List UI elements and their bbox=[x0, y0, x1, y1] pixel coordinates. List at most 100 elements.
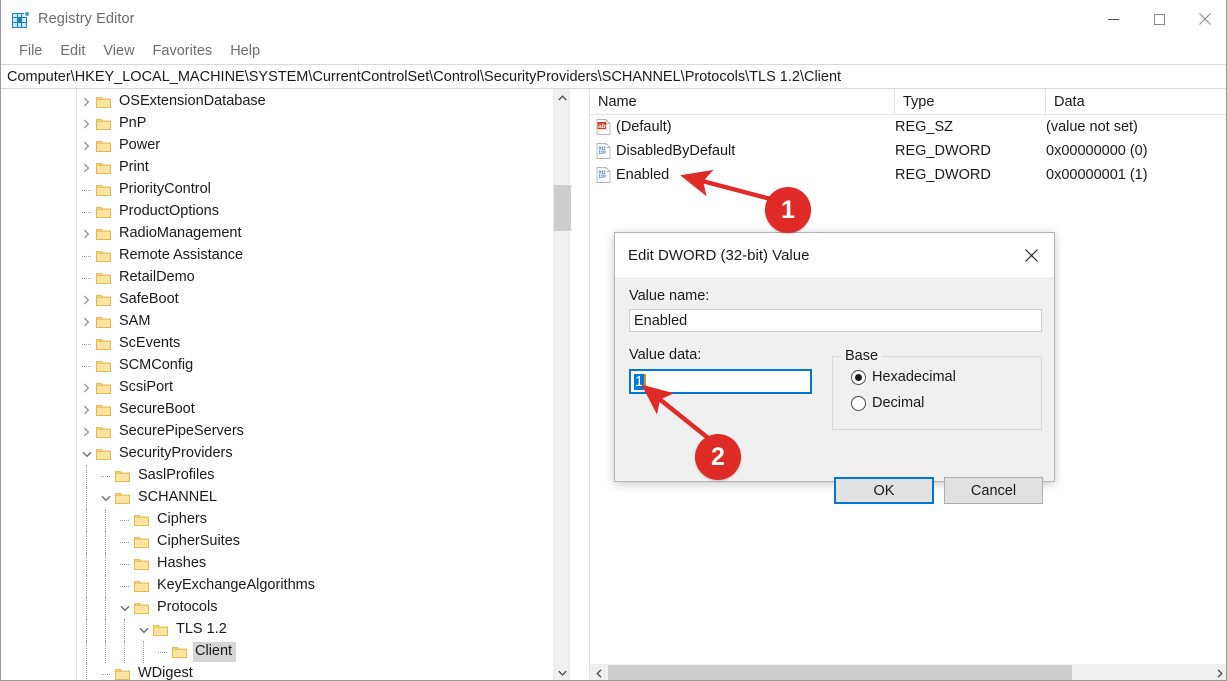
values-horizontal-scrollbar[interactable] bbox=[590, 664, 1226, 680]
menu-item-edit[interactable]: Edit bbox=[51, 41, 94, 62]
tree-item[interactable]: SaslProfiles bbox=[78, 465, 568, 487]
tree-item[interactable]: Power bbox=[78, 135, 568, 157]
tree-item[interactable]: SafeBoot bbox=[78, 289, 568, 311]
tree-item[interactable]: ScsiPort bbox=[78, 377, 568, 399]
tree-item[interactable]: Hashes bbox=[78, 553, 568, 575]
tree-item[interactable]: SecureBoot bbox=[78, 399, 568, 421]
chevron-down-icon[interactable] bbox=[97, 487, 114, 509]
tree-item[interactable]: RetailDemo bbox=[78, 267, 568, 289]
base-option-hexadecimal[interactable]: Hexadecimal bbox=[851, 369, 956, 385]
chevron-right-icon[interactable] bbox=[78, 289, 95, 311]
column-header-data[interactable]: Data bbox=[1046, 89, 1226, 114]
dialog-close-icon[interactable] bbox=[1009, 233, 1054, 277]
tree-item[interactable]: ScEvents bbox=[78, 333, 568, 355]
ok-button[interactable]: OK bbox=[834, 477, 934, 504]
tree-line bbox=[78, 245, 95, 267]
tree-item[interactable]: KeyExchangeAlgorithms bbox=[78, 575, 568, 597]
column-header-name[interactable]: Name bbox=[590, 89, 895, 114]
value-name-cell: 011 110 Enabled bbox=[596, 163, 669, 187]
chevron-right-icon[interactable] bbox=[78, 223, 95, 245]
tree-item-label: Print bbox=[119, 159, 149, 175]
tree-indent bbox=[78, 553, 116, 575]
folder-icon bbox=[95, 223, 112, 245]
tree-item[interactable]: OSExtensionDatabase bbox=[78, 91, 568, 113]
column-header-type[interactable]: Type bbox=[895, 89, 1046, 114]
folder-icon bbox=[114, 465, 131, 487]
maximize-button[interactable] bbox=[1136, 0, 1182, 38]
tree-item[interactable]: Print bbox=[78, 157, 568, 179]
folder-icon bbox=[95, 377, 112, 399]
tree-item[interactable]: SAM bbox=[78, 311, 568, 333]
base-group-label: Base bbox=[841, 348, 883, 364]
scroll-up-icon[interactable] bbox=[554, 89, 571, 106]
cancel-button[interactable]: Cancel bbox=[944, 477, 1043, 504]
folder-icon bbox=[95, 157, 112, 179]
value-type-cell: REG_SZ bbox=[895, 119, 954, 135]
chevron-right-icon[interactable] bbox=[78, 157, 95, 179]
tree-item-label: RetailDemo bbox=[119, 269, 195, 285]
tree-item-label: PnP bbox=[119, 115, 147, 131]
tree-item[interactable]: SecurityProviders bbox=[78, 443, 568, 465]
menu-item-favorites[interactable]: Favorites bbox=[144, 41, 222, 62]
tree-item[interactable]: RadioManagement bbox=[78, 223, 568, 245]
tree-line bbox=[154, 641, 171, 663]
tree-item[interactable]: Protocols bbox=[78, 597, 568, 619]
window-controls bbox=[1090, 0, 1226, 38]
tree-item-label: Power bbox=[119, 137, 161, 153]
tree-item[interactable]: Remote Assistance bbox=[78, 245, 568, 267]
menu-item-view[interactable]: View bbox=[94, 41, 143, 62]
tree-line bbox=[116, 509, 133, 531]
tree-item[interactable]: TLS 1.2 bbox=[78, 619, 568, 641]
scroll-right-icon[interactable] bbox=[1211, 665, 1226, 680]
scroll-left-icon[interactable] bbox=[590, 665, 607, 680]
tree-indent bbox=[78, 465, 97, 487]
tree-item[interactable]: PnP bbox=[78, 113, 568, 135]
chevron-right-icon[interactable] bbox=[78, 421, 95, 443]
minimize-button[interactable] bbox=[1090, 0, 1136, 38]
menu-item-help[interactable]: Help bbox=[221, 41, 269, 62]
close-button[interactable] bbox=[1182, 0, 1226, 38]
chevron-right-icon[interactable] bbox=[78, 113, 95, 135]
tree-item[interactable]: ProductOptions bbox=[78, 201, 568, 223]
chevron-right-icon[interactable] bbox=[78, 377, 95, 399]
chevron-down-icon[interactable] bbox=[116, 597, 133, 619]
value-name-cell: ab (Default) bbox=[596, 115, 672, 139]
tree-item[interactable]: SecurePipeServers bbox=[78, 421, 568, 443]
tree-item[interactable]: SCHANNEL bbox=[78, 487, 568, 509]
tree-item[interactable]: CipherSuites bbox=[78, 531, 568, 553]
svg-text:ab: ab bbox=[598, 123, 606, 130]
svg-text:110: 110 bbox=[599, 149, 607, 154]
chevron-down-icon[interactable] bbox=[78, 443, 95, 465]
value-row[interactable]: 011 110 DisabledByDefault REG_DWORD 0x000000… bbox=[590, 139, 1226, 163]
tree-item-label: TLS 1.2 bbox=[176, 621, 227, 637]
tree-item-label: SecureBoot bbox=[119, 401, 195, 417]
address-bar[interactable]: Computer\HKEY_LOCAL_MACHINE\SYSTEM\Curre… bbox=[1, 64, 1226, 89]
tree-item[interactable]: Client bbox=[78, 641, 568, 663]
chevron-right-icon[interactable] bbox=[78, 399, 95, 421]
tree-item[interactable]: SCMConfig bbox=[78, 355, 568, 377]
folder-icon bbox=[95, 333, 112, 355]
tree-item-label: SecurityProviders bbox=[119, 445, 233, 461]
tree-item-label: SAM bbox=[119, 313, 151, 329]
base-option-decimal[interactable]: Decimal bbox=[851, 395, 924, 411]
chevron-down-icon[interactable] bbox=[135, 619, 152, 641]
tree-indent bbox=[78, 619, 135, 641]
folder-icon bbox=[133, 509, 150, 531]
window-title: Registry Editor bbox=[38, 11, 135, 27]
value-name-text: (Default) bbox=[616, 119, 672, 135]
folder-icon bbox=[95, 113, 112, 135]
chevron-right-icon[interactable] bbox=[78, 91, 95, 113]
tree-vertical-scrollbar[interactable] bbox=[553, 89, 571, 680]
tree-scrollbar-thumb[interactable] bbox=[554, 185, 571, 231]
value-row[interactable]: ab (Default) REG_SZ (value not set) bbox=[590, 115, 1226, 139]
menu-item-file[interactable]: File bbox=[10, 41, 51, 62]
chevron-right-icon[interactable] bbox=[78, 135, 95, 157]
tree-item[interactable]: PriorityControl bbox=[78, 179, 568, 201]
tree-item-label: ScEvents bbox=[119, 335, 181, 351]
value-name-input[interactable]: Enabled bbox=[629, 309, 1042, 332]
tree-item[interactable]: Ciphers bbox=[78, 509, 568, 531]
chevron-right-icon[interactable] bbox=[78, 311, 95, 333]
scroll-down-icon[interactable] bbox=[554, 664, 571, 680]
values-scrollbar-thumb[interactable] bbox=[608, 665, 1072, 680]
tree-item[interactable]: WDigest bbox=[78, 663, 568, 680]
